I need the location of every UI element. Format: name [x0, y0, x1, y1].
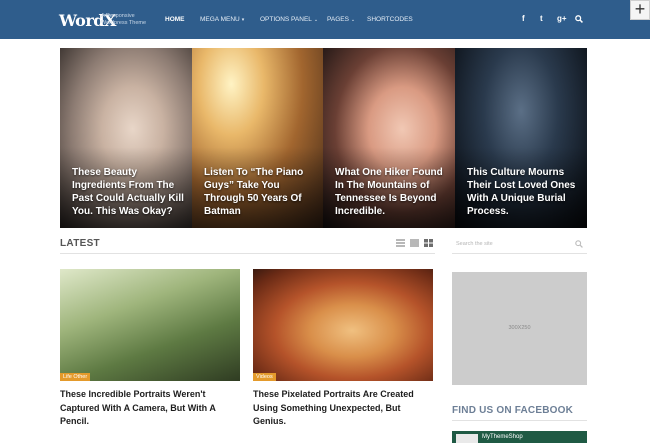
post-card[interactable]: Videos These Pixelated Portraits Are Cre…	[253, 269, 433, 429]
slide-card[interactable]: These Beauty Ingredients From The Past C…	[60, 48, 192, 228]
nav-item-options-panel[interactable]: OPTIONS PANEL ⌄	[260, 16, 318, 23]
ad-label: 300X250	[508, 325, 531, 331]
slide-card[interactable]: This Culture Mourns Their Lost Loved One…	[455, 48, 587, 228]
chevron-down-icon: ⌄	[313, 17, 319, 23]
category-badge[interactable]: Life Other	[60, 373, 91, 381]
featured-slider: These Beauty Ingredients From The Past C…	[60, 48, 587, 228]
post-thumbnail[interactable]: Videos	[253, 269, 433, 381]
nav-item-mega-menu[interactable]: MEGA MENU ▾	[200, 16, 244, 23]
chevron-down-icon: ⌄	[350, 17, 356, 23]
compact-list-view-icon[interactable]	[410, 239, 419, 247]
ad-placeholder[interactable]: 300X250	[452, 272, 587, 385]
twitter-icon[interactable]: t	[540, 14, 543, 23]
divider	[452, 420, 587, 421]
grid-view-icon[interactable]	[424, 239, 433, 247]
search-icon[interactable]	[575, 15, 583, 23]
slide-title[interactable]: These Beauty Ingredients From The Past C…	[72, 166, 184, 218]
expand-button[interactable]: +	[630, 0, 650, 20]
caret-down-icon: ▾	[241, 17, 245, 23]
post-title[interactable]: These Incredible Portraits Weren't Captu…	[60, 388, 240, 429]
latest-heading: LATEST	[60, 238, 100, 249]
slide-card[interactable]: Listen To “The Piano Guys” Take You Thro…	[192, 48, 323, 228]
list-view-icon[interactable]	[396, 239, 405, 247]
slide-title[interactable]: Listen To “The Piano Guys” Take You Thro…	[204, 166, 315, 218]
post-card[interactable]: Life Other These Incredible Portraits We…	[60, 269, 240, 429]
nav-item-pages[interactable]: PAGES ⌄	[327, 16, 355, 23]
sidebar-search[interactable]: Search the site	[452, 236, 587, 254]
site-tagline: A Responsive Wordpress Theme	[101, 13, 147, 26]
page-logo	[456, 434, 478, 443]
slide-card[interactable]: What One Hiker Found In The Mountains of…	[323, 48, 455, 228]
post-thumbnail[interactable]: Life Other	[60, 269, 240, 381]
facebook-icon[interactable]: f	[522, 14, 525, 23]
facebook-widget[interactable]: MyThemeShop	[452, 431, 587, 443]
facebook-page-name[interactable]: MyThemeShop	[482, 434, 523, 440]
slide-title[interactable]: What One Hiker Found In The Mountains of…	[335, 166, 447, 218]
nav-item-shortcodes[interactable]: SHORTCODES	[367, 16, 413, 23]
search-icon[interactable]	[575, 240, 583, 248]
nav-item-home[interactable]: HOME	[165, 16, 185, 23]
category-badge[interactable]: Videos	[253, 373, 276, 381]
search-input[interactable]: Search the site	[456, 241, 493, 247]
post-title[interactable]: These Pixelated Portraits Are Created Us…	[253, 388, 433, 429]
header-bar: WordX A Responsive Wordpress Theme HOME …	[0, 0, 650, 39]
google-plus-icon[interactable]: g+	[557, 14, 567, 23]
divider	[60, 253, 435, 254]
slide-title[interactable]: This Culture Mourns Their Lost Loved One…	[467, 166, 579, 218]
facebook-heading: FIND US ON FACEBOOK	[452, 405, 574, 416]
